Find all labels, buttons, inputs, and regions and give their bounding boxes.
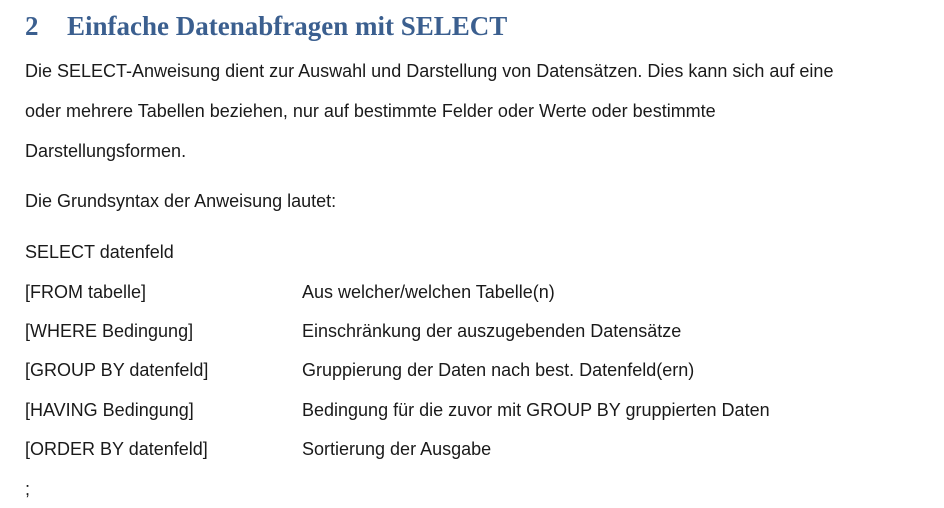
select-line: SELECT datenfeld bbox=[25, 242, 174, 262]
statement-terminator: ; bbox=[25, 479, 31, 499]
syntax-row-from: [FROM tabelle] Aus welcher/welchen Tabel… bbox=[25, 280, 905, 304]
syntax-clause: [WHERE Bedingung] bbox=[25, 321, 194, 341]
syntax-clause: [HAVING Bedingung] bbox=[25, 400, 194, 420]
syntax-clause: [FROM tabelle] bbox=[25, 282, 147, 302]
syntax-description: Gruppierung der Daten nach best. Datenfe… bbox=[302, 360, 695, 380]
section-title: Einfache Datenabfragen mit SELECT bbox=[67, 11, 508, 41]
section-heading: 2 Einfache Datenabfragen mit SELECT bbox=[25, 8, 507, 44]
syntax-clause: [ORDER BY datenfeld] bbox=[25, 439, 208, 459]
syntax-row-where: [WHERE Bedingung] Einschränkung der ausz… bbox=[25, 319, 905, 343]
syntax-clause: [GROUP BY datenfeld] bbox=[25, 360, 209, 380]
syntax-description: Sortierung der Ausgabe bbox=[302, 439, 492, 459]
intro-line-1: Die SELECT-Anweisung dient zur Auswahl u… bbox=[25, 61, 834, 81]
section-number: 2 bbox=[25, 11, 39, 41]
syntax-row-having: [HAVING Bedingung] Bedingung für die zuv… bbox=[25, 398, 905, 422]
intro-line-2: oder mehrere Tabellen beziehen, nur auf … bbox=[25, 101, 716, 121]
document-page: 2 Einfache Datenabfragen mit SELECT Die S… bbox=[0, 0, 944, 508]
syntax-description: Einschränkung der auszugebenden Datensät… bbox=[302, 321, 682, 341]
syntax-intro: Die Grundsyntax der Anweisung lautet: bbox=[25, 191, 337, 211]
syntax-row-group-by: [GROUP BY datenfeld] Gruppierung der Dat… bbox=[25, 358, 905, 382]
syntax-description: Aus welcher/welchen Tabelle(n) bbox=[302, 282, 555, 302]
syntax-description: Bedingung für die zuvor mit GROUP BY gru… bbox=[302, 400, 770, 420]
intro-line-3: Darstellungsformen. bbox=[25, 141, 187, 161]
syntax-row-order-by: [ORDER BY datenfeld] Sortierung der Ausg… bbox=[25, 437, 905, 461]
